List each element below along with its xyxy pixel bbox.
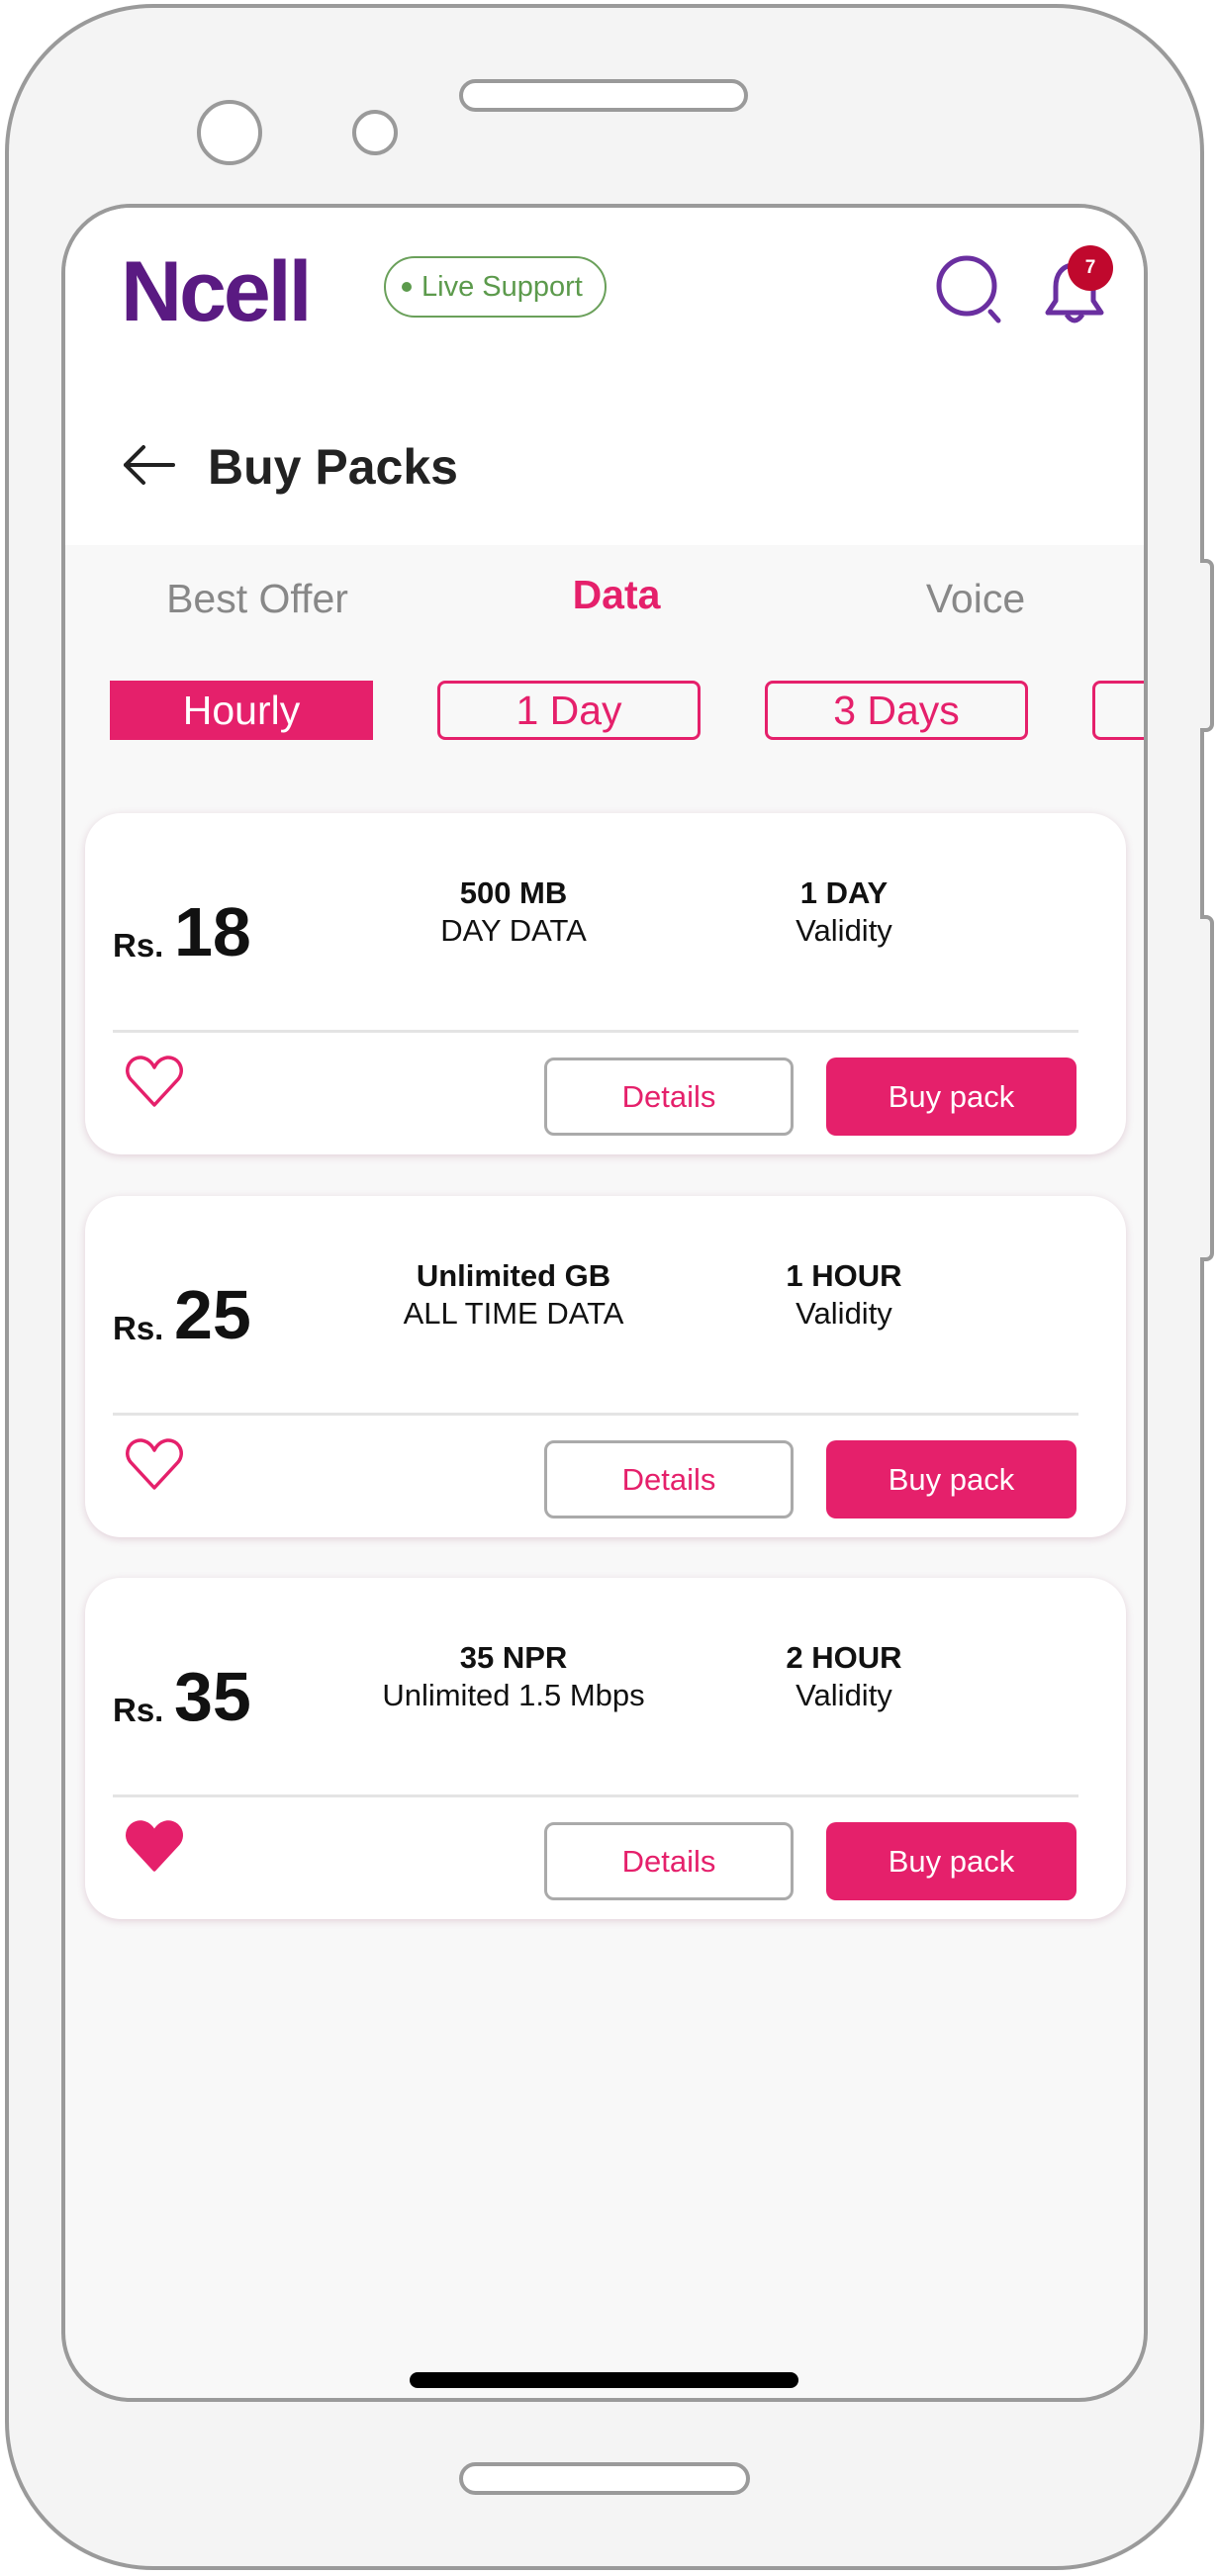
validity-value: 2 HOUR — [786, 1640, 902, 1675]
buy-pack-button[interactable]: Buy pack — [826, 1058, 1077, 1136]
search-icon[interactable] — [931, 250, 1010, 329]
volume-value: Unlimited GB — [416, 1258, 611, 1293]
pack-card: Rs. 18 500 MB DAY DATA 1 DAY Validity De… — [85, 813, 1126, 1154]
currency-label: Rs. — [113, 1310, 164, 1346]
volume-description: Unlimited 1.5 Mbps — [382, 1678, 645, 1712]
tab-best-offer[interactable]: Best Offer — [166, 576, 348, 622]
currency-label: Rs. — [113, 927, 164, 964]
live-support-label: Live Support — [421, 270, 583, 303]
pack-volume: Unlimited GB ALL TIME DATA — [404, 1257, 624, 1333]
front-camera-icon — [197, 100, 262, 165]
sensor-icon — [352, 110, 398, 155]
pack-card: Rs. 35 35 NPR Unlimited 1.5 Mbps 2 HOUR … — [85, 1578, 1126, 1919]
earpiece-speaker — [459, 79, 748, 112]
details-button[interactable]: Details — [544, 1822, 794, 1900]
home-indicator[interactable] — [410, 2372, 798, 2388]
online-dot-icon — [402, 282, 412, 292]
pack-validity: 1 DAY Validity — [796, 874, 892, 950]
volume-description: DAY DATA — [440, 913, 587, 948]
heart-outline-icon[interactable] — [125, 1054, 184, 1109]
pack-validity: 1 HOUR Validity — [786, 1257, 901, 1333]
currency-label: Rs. — [113, 1692, 164, 1728]
validity-value: 1 DAY — [799, 875, 889, 910]
pack-price: 18 — [174, 893, 251, 970]
arrow-left-icon[interactable] — [120, 440, 179, 490]
power-button — [1200, 915, 1214, 1261]
buy-pack-button[interactable]: Buy pack — [826, 1822, 1077, 1900]
filter-1-day[interactable]: 1 Day — [437, 681, 701, 740]
category-tabs: Best Offer Data Voice — [65, 572, 1144, 635]
buy-pack-button[interactable]: Buy pack — [826, 1440, 1077, 1518]
volume-value: 500 MB — [459, 875, 568, 910]
live-support-button[interactable]: Live Support — [384, 256, 607, 318]
home-button — [459, 2462, 750, 2495]
filter-hourly[interactable]: Hourly — [110, 681, 373, 740]
filter-more[interactable] — [1092, 681, 1144, 740]
notification-badge: 7 — [1068, 245, 1113, 291]
volume-value: 35 NPR — [459, 1640, 568, 1675]
ncell-logo: Ncell — [121, 244, 313, 339]
details-button[interactable]: Details — [544, 1440, 794, 1518]
details-button[interactable]: Details — [544, 1058, 794, 1136]
pack-validity: 2 HOUR Validity — [786, 1639, 901, 1714]
pack-card: Rs. 25 Unlimited GB ALL TIME DATA 1 HOUR… — [85, 1196, 1126, 1537]
volume-up-button — [1200, 559, 1214, 732]
pack-volume: 500 MB DAY DATA — [440, 874, 587, 950]
divider — [113, 1030, 1078, 1033]
pack-price: 35 — [174, 1658, 251, 1735]
top-bar: Ncell Live Support 7 Buy Packs — [65, 208, 1144, 545]
filter-3-days[interactable]: 3 Days — [765, 681, 1028, 740]
divider — [113, 1413, 1078, 1416]
heart-filled-icon[interactable] — [125, 1818, 184, 1874]
pack-volume: 35 NPR Unlimited 1.5 Mbps — [382, 1639, 644, 1714]
validity-label: Validity — [796, 913, 892, 948]
heart-outline-icon[interactable] — [125, 1436, 184, 1492]
app-screen: Ncell Live Support 7 Buy Packs Best Offe… — [61, 204, 1148, 2402]
volume-description: ALL TIME DATA — [403, 1296, 624, 1331]
validity-label: Validity — [796, 1678, 892, 1712]
validity-value: 1 HOUR — [786, 1258, 902, 1293]
tab-voice[interactable]: Voice — [926, 576, 1025, 622]
page-title: Buy Packs — [208, 439, 458, 495]
pack-price: 25 — [174, 1276, 251, 1353]
validity-label: Validity — [796, 1296, 892, 1331]
tab-data[interactable]: Data — [573, 572, 661, 618]
divider — [113, 1794, 1078, 1797]
